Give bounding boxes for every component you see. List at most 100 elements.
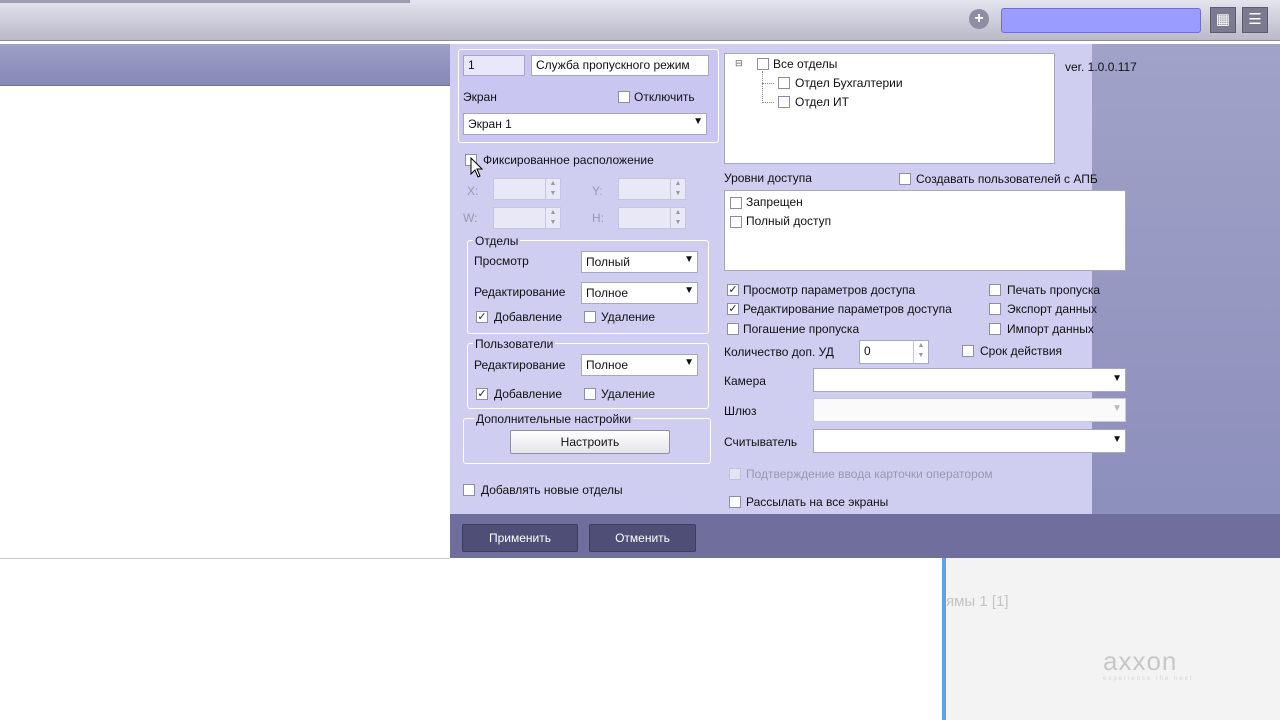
h-input[interactable]: ▲ ▼ [618,207,686,229]
gateway-label: Шлюз [724,404,757,418]
add-new-depts-label: Добавлять новые отделы [481,483,623,497]
x-input[interactable]: ▲ ▼ [493,178,561,200]
dept-edit-select[interactable]: Полное ▼ [581,282,698,304]
spin-arrows-icon[interactable]: ▲ ▼ [913,341,928,363]
users-add-checkbox[interactable]: ✓ [476,388,488,400]
dept-view-select[interactable]: Полный ▼ [581,251,698,273]
disable-checkbox[interactable] [618,91,630,103]
w-input[interactable]: ▲ ▼ [493,207,561,229]
tree-root-checkbox[interactable] [757,58,769,70]
perm-import-label: Импорт данных [1007,322,1094,336]
search-input[interactable] [1001,8,1201,33]
tree-child-checkbox[interactable] [778,96,790,108]
create-apb-checkbox[interactable] [899,173,911,185]
mouse-cursor-icon [470,157,484,178]
add-circle-icon[interactable]: + [969,9,989,29]
add-new-depts-checkbox[interactable] [463,484,475,496]
perm-revoke-label: Погашение пропуска [743,322,860,336]
cancel-button[interactable]: Отменить [589,524,696,552]
perm-export-checkbox[interactable] [989,303,1001,315]
perm-revoke-checkbox[interactable] [727,323,739,335]
perm-print-label: Печать пропуска [1007,283,1101,297]
dept-delete-checkbox[interactable] [584,311,596,323]
camera-select[interactable]: ▼ [813,368,1126,392]
expiry-label: Срок действия [980,344,1063,358]
disable-label: Отключить [634,90,695,104]
service-name-field[interactable]: Служба пропускного режим [531,55,709,76]
extra-settings-title: Дополнительные настройки [474,412,634,426]
screen-label: Экран [463,90,497,104]
chevron-down-icon: ▼ [1112,373,1122,384]
users-delete-checkbox[interactable] [584,388,596,400]
broadcast-checkbox[interactable] [729,496,741,508]
dept-delete-label: Удаление [601,310,656,324]
tree-child-checkbox[interactable] [778,77,790,89]
tree-line [762,102,774,104]
toolbar-strip [0,0,410,3]
users-edit-label: Редактирование [474,358,566,372]
chevron-down-icon: ▼ [684,357,694,368]
apply-button[interactable]: Применить [462,524,578,552]
perm-view-access-label: Просмотр параметров доступа [743,283,916,297]
settings-dialog: 1 Служба пропускного режим Экран Отключи… [450,44,1137,514]
extra-ud-input[interactable]: 0 ▲ ▼ [859,340,929,364]
screen-select[interactable]: Экран 1 ▼ [463,113,707,135]
perm-print-checkbox[interactable] [989,284,1001,296]
fixed-position-label: Фиксированное расположение [483,153,654,167]
spin-arrows-icon: ▲ ▼ [670,179,685,199]
y-input[interactable]: ▲ ▼ [618,178,686,200]
perm-edit-access-checkbox[interactable]: ✓ [727,303,739,315]
operator-confirm-checkbox[interactable] [729,468,741,480]
perm-view-access-checkbox[interactable]: ✓ [727,284,739,296]
broadcast-label: Рассылать на все экраны [746,495,889,509]
spin-arrows-icon: ▲ ▼ [545,179,560,199]
x-label: X: [467,184,479,198]
configure-button[interactable]: Настроить [510,430,670,454]
users-edit-select[interactable]: Полное ▼ [581,354,698,376]
access-item-label: Полный доступ [746,214,832,228]
check-icon: ✓ [477,388,487,400]
chevron-down-icon: ▼ [684,285,694,296]
expiry-checkbox[interactable] [962,345,974,357]
perm-import-checkbox[interactable] [989,323,1001,335]
departments-group-title: Отделы [473,234,521,248]
tree-child-label: Отдел Бухгалтерии [795,76,903,90]
spin-arrows-icon: ▲ ▼ [545,208,560,228]
y-label: Y: [592,184,603,198]
grid-layout-icon[interactable]: ▦ [1210,7,1236,33]
camera-label: Камера [724,374,766,388]
users-delete-label: Удаление [601,387,656,401]
gateway-select[interactable]: ▼ [813,398,1126,422]
access-item-label: Запрещен [746,195,803,209]
dept-view-value: Полный [586,255,630,269]
perm-export-label: Экспорт данных [1007,302,1097,316]
access-item-checkbox[interactable] [730,197,742,209]
left-panel-area [0,86,450,559]
check-icon: ✓ [728,303,738,315]
dept-add-checkbox[interactable]: ✓ [476,311,488,323]
users-add-label: Добавление [494,387,562,401]
spin-arrows-icon: ▲ ▼ [670,208,685,228]
access-item-checkbox[interactable] [730,216,742,228]
brand-logo: axxon [1103,646,1178,676]
chevron-down-icon: ▼ [1112,403,1122,414]
perm-edit-access-label: Редактирование параметров доступа [743,302,952,316]
reader-label: Считыватель [724,435,798,449]
camera-view[interactable] [946,558,1280,720]
tree-root-label: Все отделы [773,57,838,71]
object-id-field[interactable]: 1 [463,55,525,76]
tree-collapse-icon[interactable]: ⊟ [735,58,743,69]
users-group-title: Пользователи [473,337,556,351]
chevron-down-icon: ▼ [693,116,703,127]
left-panel-header [0,44,450,86]
dept-edit-value: Полное [586,286,629,300]
chevron-down-icon: ▼ [684,254,694,265]
menu-icon[interactable]: ☰ [1242,7,1268,33]
check-icon: ✓ [728,284,738,296]
brand-tagline: experience the next [1103,676,1194,682]
camera-title: ямы 1 [1] [946,593,1009,610]
h-label: H: [592,211,604,225]
create-apb-label: Создавать пользователей с АПБ [916,172,1098,186]
reader-select[interactable]: ▼ [813,429,1126,453]
check-icon: ✓ [477,311,487,323]
